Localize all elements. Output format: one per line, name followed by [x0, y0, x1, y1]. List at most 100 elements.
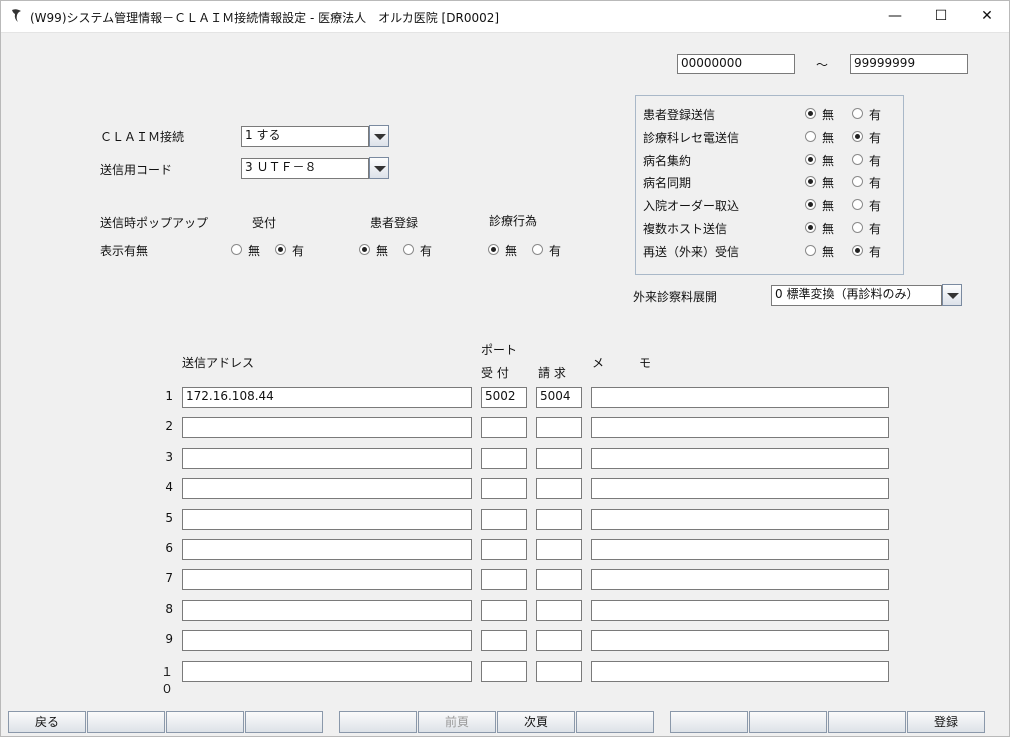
memo-input[interactable] [591, 447, 889, 469]
option-label: 病名同期 [643, 176, 692, 191]
popup-radio-label: 無 [248, 244, 261, 258]
port-recv-input[interactable] [481, 630, 527, 652]
claim-connect-dropdown-icon[interactable] [369, 125, 389, 147]
port-recv-input[interactable] [481, 660, 527, 682]
port-recv-input[interactable] [481, 599, 527, 621]
row-number: 3 [165, 449, 173, 464]
port-recv-input[interactable]: 5002 [481, 387, 527, 408]
option-radio[interactable] [852, 130, 863, 142]
popup-radio[interactable] [359, 244, 370, 255]
option-radio[interactable] [805, 222, 816, 233]
function-key-7[interactable]: 次頁 [497, 711, 575, 733]
memo-input[interactable] [591, 539, 889, 560]
address-input[interactable] [182, 569, 472, 591]
address-input[interactable] [182, 599, 472, 621]
option-radio[interactable] [852, 244, 863, 256]
memo-input[interactable] [591, 569, 889, 591]
port-bill-input[interactable]: 5004 [536, 387, 582, 408]
popup-radio-label: 有 [549, 244, 562, 258]
port-bill-input[interactable] [536, 569, 582, 591]
popup-radio[interactable] [488, 244, 499, 255]
row-number: 2 [165, 419, 173, 434]
function-key-3[interactable] [166, 711, 244, 733]
popup-radio[interactable] [532, 244, 543, 255]
claim-connect-select[interactable]: 1 する [241, 126, 369, 147]
option-radio-label: 有 [869, 108, 882, 122]
outpatient-fee-dropdown-icon[interactable] [942, 284, 962, 306]
claim-connect-label: ＣＬＡＩＭ接続 [100, 130, 185, 144]
send-code-label: 送信用コード [100, 163, 173, 177]
port-recv-input[interactable] [481, 417, 527, 439]
memo-input[interactable] [591, 630, 889, 652]
popup-radio[interactable] [403, 244, 414, 255]
address-input[interactable] [182, 478, 472, 500]
port-bill-input[interactable] [536, 478, 582, 500]
window-title: (W99)システム管理情報－ＣＬＡＩＭ接続情報設定 - 医療法人 オルカ医院 [… [30, 11, 500, 25]
range-from-input[interactable]: 00000000 [677, 54, 795, 74]
function-key-9[interactable] [670, 711, 748, 733]
address-input[interactable] [182, 660, 472, 682]
popup-radio[interactable] [231, 244, 242, 255]
option-radio[interactable] [805, 108, 816, 119]
option-radio-label: 無 [822, 108, 835, 122]
function-key-10[interactable] [749, 711, 827, 733]
address-input[interactable] [182, 630, 472, 652]
option-label: 患者登録送信 [643, 108, 716, 122]
address-input[interactable] [182, 417, 472, 439]
option-radio[interactable] [805, 130, 816, 142]
option-radio-label: 有 [869, 153, 882, 168]
option-radio[interactable] [852, 108, 863, 119]
option-radio[interactable] [805, 153, 816, 165]
memo-input[interactable] [591, 478, 889, 500]
popup-radio-label: 無 [505, 244, 518, 258]
orca-app-icon [12, 9, 21, 22]
address-input[interactable] [182, 539, 472, 560]
port-recv-input[interactable] [481, 539, 527, 560]
function-key-12[interactable]: 登録 [907, 711, 985, 733]
function-key-8[interactable] [576, 711, 654, 733]
port-recv-input[interactable] [481, 447, 527, 469]
row-number: １０ [160, 664, 173, 696]
function-key-4[interactable] [245, 711, 323, 733]
port-recv-input[interactable] [481, 478, 527, 500]
send-code-dropdown-icon[interactable] [369, 157, 389, 179]
send-code-select[interactable]: 3 ＵＴＦ－８ [241, 158, 369, 179]
popup-label: 送信時ポップアップ [100, 216, 209, 230]
port-bill-input[interactable] [536, 539, 582, 560]
port-recv-input[interactable] [481, 569, 527, 591]
function-key-2[interactable] [87, 711, 165, 733]
function-key-11[interactable] [828, 711, 906, 733]
maximize-button[interactable]: ☐ [918, 0, 964, 32]
memo-input[interactable] [591, 660, 889, 682]
memo-input[interactable] [591, 387, 889, 408]
popup-radio-label: 有 [420, 244, 433, 258]
option-radio[interactable] [805, 244, 816, 256]
option-radio[interactable] [852, 222, 863, 233]
function-key-5[interactable] [339, 711, 417, 733]
popup-radio[interactable] [275, 244, 286, 255]
memo-input[interactable] [591, 417, 889, 439]
memo-input[interactable] [591, 508, 889, 530]
range-to-input[interactable]: 99999999 [850, 54, 968, 74]
port-recv-input[interactable] [481, 508, 527, 530]
memo-header-2: モ [639, 356, 652, 370]
port-bill-input[interactable] [536, 660, 582, 682]
outpatient-fee-select[interactable]: 0 標準変換（再診料のみ） [771, 285, 942, 306]
port-bill-input[interactable] [536, 508, 582, 530]
option-radio[interactable] [852, 153, 863, 165]
row-number: 9 [165, 632, 173, 647]
option-radio-label: 有 [869, 176, 882, 191]
port-bill-input[interactable] [536, 599, 582, 621]
close-button[interactable]: ✕ [964, 0, 1010, 32]
address-input[interactable] [182, 508, 472, 530]
address-input[interactable]: 172.16.108.44 [182, 387, 472, 408]
port-bill-input[interactable] [536, 417, 582, 439]
option-label: 入院オーダー取込 [643, 199, 740, 214]
port-bill-input[interactable] [536, 447, 582, 469]
option-radio-label: 有 [869, 244, 882, 259]
address-input[interactable] [182, 447, 472, 469]
function-key-1[interactable]: 戻る [8, 711, 86, 733]
memo-input[interactable] [591, 599, 889, 621]
minimize-button[interactable]: — [872, 0, 918, 32]
port-bill-input[interactable] [536, 630, 582, 652]
